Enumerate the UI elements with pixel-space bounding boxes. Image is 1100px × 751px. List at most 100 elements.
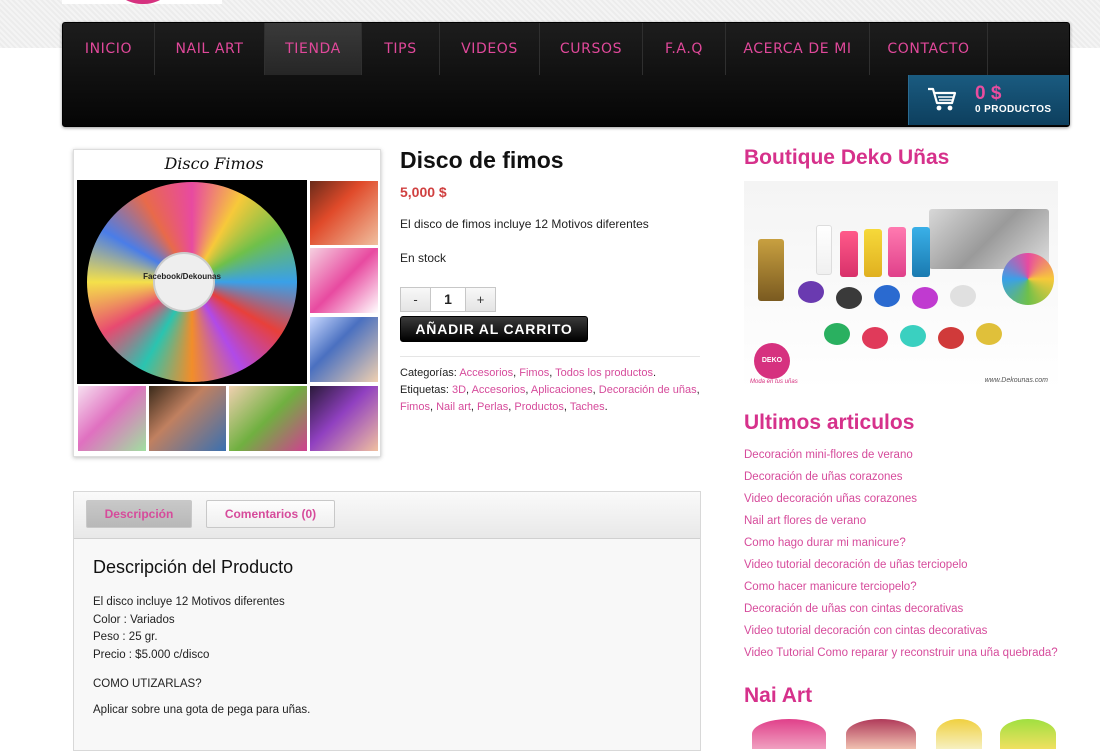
article-link[interactable]: Decoración de uñas corazones xyxy=(744,469,1058,491)
usage-paragraph: Aplicar sobre una gota de pega para uñas… xyxy=(93,704,311,716)
quantity-minus-button[interactable]: - xyxy=(400,287,431,312)
glitter-jar xyxy=(874,285,900,307)
article-link[interactable]: Como hago durar mi manicure? xyxy=(744,535,1058,557)
product-tabs: Descripción Comentarios (0) Descripción … xyxy=(73,491,701,751)
article-link[interactable]: Video Tutorial Como reparar y reconstrui… xyxy=(744,645,1058,667)
product-meta: Categorías: Accesorios, Fimos, Todos los… xyxy=(400,356,700,416)
tag-link[interactable]: 3D xyxy=(452,384,466,396)
description-details: El disco incluye 12 Motivos diferentes C… xyxy=(93,594,681,664)
tag-link[interactable]: Productos xyxy=(514,401,564,413)
article-link[interactable]: Video tutorial decoración con cintas dec… xyxy=(744,623,1058,645)
description-heading: Descripción del Producto xyxy=(93,557,294,577)
description-line: Precio : $5.000 c/disco xyxy=(93,648,210,661)
quantity-input[interactable]: 1 xyxy=(431,287,465,312)
glitter-jar xyxy=(862,327,888,349)
product-title: Disco de fimos xyxy=(400,147,564,173)
tab-panel: Descripción del Producto El disco incluy… xyxy=(74,539,700,734)
nav-item-nail-art[interactable]: NAIL ART xyxy=(155,23,265,75)
stock-status: En stock xyxy=(400,251,447,265)
nav-item-faq[interactable]: F.A.Q xyxy=(643,23,726,75)
article-link[interactable]: Decoración de uñas con cintas decorativa… xyxy=(744,601,1058,623)
nav-item-cursos[interactable]: CURSOS xyxy=(540,23,643,75)
paint-bottle-2 xyxy=(864,229,882,277)
nav-item-contacto[interactable]: CONTACTO xyxy=(870,23,988,75)
tags-label: Etiquetas: xyxy=(400,384,449,396)
boutique-brand-logo: DEKO Uñas xyxy=(754,343,790,379)
nail-photo-1 xyxy=(309,180,379,246)
description-line: Peso : 25 gr. xyxy=(93,631,158,643)
cart-amount: 0 $ xyxy=(975,83,1002,104)
category-link[interactable]: Todos los productos xyxy=(555,367,653,379)
nail-art-thumbnail[interactable] xyxy=(936,719,982,749)
paint-bottle-3 xyxy=(888,227,906,277)
description-line: Color : Variados xyxy=(93,613,175,626)
category-link[interactable]: Accesorios xyxy=(459,367,513,379)
article-link[interactable]: Video decoración uñas corazones xyxy=(744,491,1058,513)
glitter-jar xyxy=(824,323,850,345)
product-short-description: El disco de fimos incluye 12 Motivos dif… xyxy=(400,217,649,231)
quantity-plus-button[interactable]: + xyxy=(465,287,496,312)
boutique-banner-image[interactable]: DEKO Uñas Moda en tus uñas www.Dekounas.… xyxy=(744,181,1058,390)
foil-roll xyxy=(758,239,784,301)
usage-heading: COMO UTIZARLAS? xyxy=(93,678,202,690)
glitter-jar xyxy=(938,327,964,349)
nail-photo-6 xyxy=(228,385,308,452)
main-navigation: INICIO NAIL ART TIENDA TIPS VIDEOS CURSO… xyxy=(62,22,1070,127)
add-to-cart-button[interactable]: AÑADIR AL CARRITO xyxy=(400,316,588,342)
tag-link[interactable]: Accesorios xyxy=(472,384,526,396)
nail-photo-2 xyxy=(309,247,379,314)
nail-art-thumbnail[interactable] xyxy=(752,719,826,749)
tag-link[interactable]: Taches xyxy=(570,401,605,413)
tag-link[interactable]: Fimos xyxy=(400,401,430,413)
article-link[interactable]: Como hacer manicure terciopelo? xyxy=(744,579,1058,601)
article-link[interactable]: Decoración mini-flores de verano xyxy=(744,447,1058,469)
nail-photo-7 xyxy=(309,385,379,452)
tag-link[interactable]: Nail art xyxy=(436,401,471,413)
nail-art-thumbnail[interactable] xyxy=(1000,719,1056,749)
tab-reviews[interactable]: Comentarios (0) xyxy=(206,500,335,528)
articles-list: Decoración mini-flores de verano Decorac… xyxy=(744,447,1058,667)
article-link[interactable]: Video tutorial decoración de uñas tercio… xyxy=(744,557,1058,579)
nav-item-videos[interactable]: VIDEOS xyxy=(440,23,540,75)
glitter-jar xyxy=(836,287,862,309)
product-price: 5,000 $ xyxy=(400,184,447,200)
glitter-jar xyxy=(950,285,976,307)
category-link[interactable]: Fimos xyxy=(519,367,549,379)
nail-photo-5 xyxy=(148,385,227,452)
cart-widget[interactable]: 0 $ 0 PRODUCTOS xyxy=(908,75,1069,125)
categories-label: Categorías: xyxy=(400,367,457,379)
image-watermark: Facebook/Dekounas xyxy=(143,272,221,281)
nav-item-tienda[interactable]: TIENDA xyxy=(265,23,362,75)
disc-center xyxy=(153,252,215,312)
tag-link[interactable]: Perlas xyxy=(477,401,508,413)
tab-description[interactable]: Descripción xyxy=(86,500,192,528)
boutique-heading: Boutique Deko Uñas xyxy=(744,146,950,169)
boutique-slogan: Moda en tus uñas xyxy=(750,379,798,385)
glitter-jar xyxy=(798,281,824,303)
image-title: Disco Fimos xyxy=(164,154,264,173)
tag-link[interactable]: Aplicaciones xyxy=(531,384,593,396)
nav-item-tips[interactable]: TIPS xyxy=(362,23,440,75)
nav-item-acerca-de-mi[interactable]: ACERCA DE MI xyxy=(726,23,870,75)
product-image[interactable]: Disco Fimos Facebook/Dekounas xyxy=(73,149,381,457)
cart-count: 0 PRODUCTOS xyxy=(975,104,1052,115)
nail-art-heading: Nai Art xyxy=(744,684,813,707)
mini-disc xyxy=(1002,253,1054,305)
cart-icon xyxy=(927,86,957,117)
quantity-stepper: - 1 + xyxy=(400,287,496,312)
disc-photo: Facebook/Dekounas xyxy=(77,180,307,384)
nail-photo-4 xyxy=(77,385,147,452)
tag-link[interactable]: Decoración de uñas xyxy=(599,384,697,396)
nail-art-thumbnail[interactable] xyxy=(846,719,916,749)
article-link[interactable]: Nail art flores de verano xyxy=(744,513,1058,535)
nav-item-inicio[interactable]: INICIO xyxy=(63,23,155,75)
nav-menu: INICIO NAIL ART TIENDA TIPS VIDEOS CURSO… xyxy=(63,23,1069,75)
glitter-jar xyxy=(976,323,1002,345)
boutique-url: www.Dekounas.com xyxy=(984,377,1048,384)
tabs-header: Descripción Comentarios (0) xyxy=(74,492,700,539)
paint-bottle-1 xyxy=(840,231,858,277)
glitter-jar xyxy=(912,287,938,309)
paint-bottle-4 xyxy=(912,227,930,277)
articles-heading: Ultimos articulos xyxy=(744,411,915,434)
glue-bottle xyxy=(816,225,832,275)
